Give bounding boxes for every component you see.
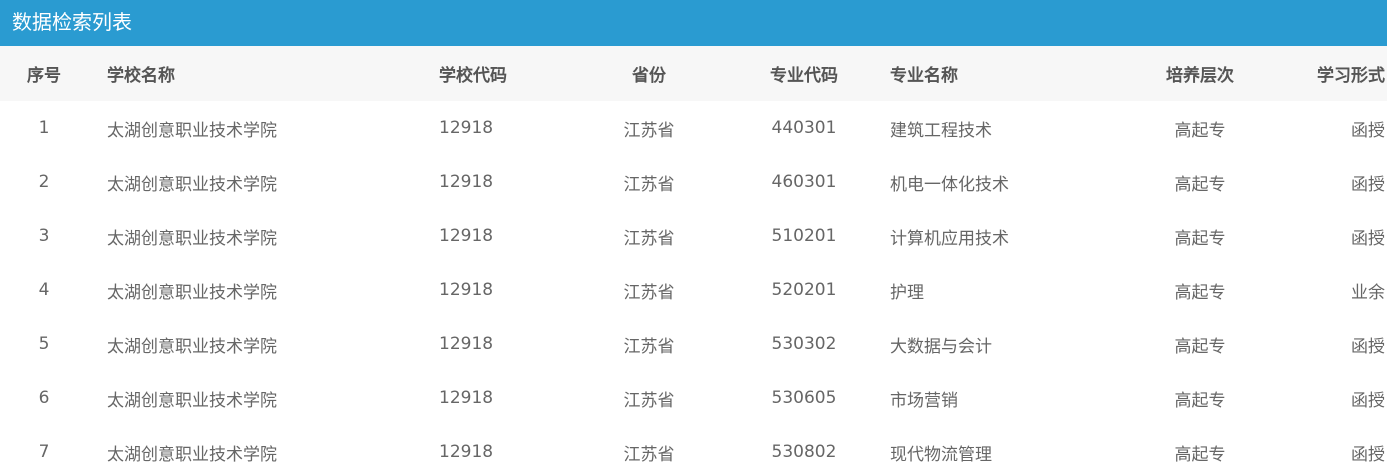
cell-province: 江苏省 (623, 390, 675, 411)
table-row: 3 太湖创意职业技术学院 12918 江苏省 510201 计算机应用技术 高起专 函授 (0, 209, 1387, 263)
header-school-code: 学校代码 (439, 66, 507, 86)
cell-major-name: 计算机应用技术 (890, 228, 1009, 249)
cell-school-code: 12918 (439, 388, 494, 408)
cell-study-mode: 函授 (1351, 174, 1385, 195)
cell-level: 高起专 (1174, 390, 1226, 411)
cell-index: 7 (38, 442, 50, 462)
cell-index: 3 (38, 226, 50, 246)
cell-study-mode: 函授 (1351, 228, 1385, 249)
cell-index: 6 (38, 388, 50, 408)
cell-province: 江苏省 (623, 228, 675, 249)
cell-school-name: 太湖创意职业技术学院 (107, 336, 277, 357)
cell-level: 高起专 (1174, 444, 1226, 465)
table-row: 4 太湖创意职业技术学院 12918 江苏省 520201 护理 高起专 业余 (0, 263, 1387, 317)
cell-index: 1 (38, 118, 50, 138)
cell-level: 高起专 (1174, 336, 1226, 357)
header-index: 序号 (27, 66, 61, 86)
table-row: 2 太湖创意职业技术学院 12918 江苏省 460301 机电一体化技术 高起专 函授 (0, 155, 1387, 209)
cell-school-code: 12918 (439, 280, 494, 300)
cell-index: 2 (38, 172, 50, 192)
cell-school-name: 太湖创意职业技术学院 (107, 174, 277, 195)
cell-study-mode: 函授 (1351, 390, 1385, 411)
cell-major-name: 机电一体化技术 (890, 174, 1009, 195)
cell-level: 高起专 (1174, 282, 1226, 303)
cell-province: 江苏省 (623, 336, 675, 357)
cell-major-code: 530802 (771, 442, 837, 462)
cell-major-name: 建筑工程技术 (890, 120, 992, 141)
panel-title: 数据检索列表 (0, 0, 1387, 46)
results-table: 序号 学校名称 学校代码 省份 专业代码 专业名称 培养层次 学习形式 1 太湖创… (0, 46, 1387, 471)
cell-major-name: 护理 (890, 282, 924, 303)
cell-school-code: 12918 (439, 334, 494, 354)
cell-major-code: 460301 (771, 172, 837, 192)
table-body: 1 太湖创意职业技术学院 12918 江苏省 440301 建筑工程技术 高起专 函授 2 太湖创… (0, 101, 1387, 471)
cell-level: 高起专 (1174, 120, 1226, 141)
header-major-name: 专业名称 (890, 66, 958, 86)
cell-school-name: 太湖创意职业技术学院 (107, 120, 277, 141)
cell-school-name: 太湖创意职业技术学院 (107, 282, 277, 303)
cell-level: 高起专 (1174, 174, 1226, 195)
table-row: 5 太湖创意职业技术学院 12918 江苏省 530302 大数据与会计 高起专 函授 (0, 317, 1387, 371)
cell-major-code: 530302 (771, 334, 837, 354)
cell-school-code: 12918 (439, 226, 494, 246)
cell-school-code: 12918 (439, 118, 494, 138)
cell-major-code: 510201 (771, 226, 837, 246)
cell-major-name: 市场营销 (890, 390, 958, 411)
table-row: 6 太湖创意职业技术学院 12918 江苏省 530605 市场营销 高起专 函授 (0, 371, 1387, 425)
cell-level: 高起专 (1174, 228, 1226, 249)
cell-major-name: 大数据与会计 (890, 336, 992, 357)
header-province: 省份 (632, 66, 666, 86)
cell-province: 江苏省 (623, 120, 675, 141)
header-level: 培养层次 (1166, 66, 1234, 86)
header-school-name: 学校名称 (107, 66, 175, 86)
cell-major-code: 520201 (771, 280, 837, 300)
cell-province: 江苏省 (623, 444, 675, 465)
cell-index: 5 (38, 334, 50, 354)
cell-school-name: 太湖创意职业技术学院 (107, 228, 277, 249)
cell-study-mode: 函授 (1351, 444, 1385, 465)
table-row: 7 太湖创意职业技术学院 12918 江苏省 530802 现代物流管理 高起专 函授 (0, 425, 1387, 471)
cell-study-mode: 业余 (1351, 282, 1385, 303)
table-row: 1 太湖创意职业技术学院 12918 江苏省 440301 建筑工程技术 高起专 函授 (0, 101, 1387, 155)
cell-school-name: 太湖创意职业技术学院 (107, 390, 277, 411)
cell-school-code: 12918 (439, 172, 494, 192)
cell-major-name: 现代物流管理 (890, 444, 992, 465)
cell-index: 4 (38, 280, 50, 300)
cell-major-code: 440301 (771, 118, 837, 138)
cell-study-mode: 函授 (1351, 336, 1385, 357)
table-header: 序号 学校名称 学校代码 省份 专业代码 专业名称 培养层次 学习形式 (0, 46, 1387, 101)
header-major-code: 专业代码 (770, 66, 838, 86)
cell-study-mode: 函授 (1351, 120, 1385, 141)
data-search-panel: 数据检索列表 序号 学校名称 学校代码 省份 专业代码 专业名称 培养层次 学习… (0, 0, 1387, 471)
header-row: 序号 学校名称 学校代码 省份 专业代码 专业名称 培养层次 学习形式 (0, 46, 1387, 101)
cell-school-code: 12918 (439, 442, 494, 462)
header-study-mode: 学习形式 (1317, 66, 1385, 86)
cell-school-name: 太湖创意职业技术学院 (107, 444, 277, 465)
cell-province: 江苏省 (623, 174, 675, 195)
cell-major-code: 530605 (771, 388, 837, 408)
cell-province: 江苏省 (623, 282, 675, 303)
